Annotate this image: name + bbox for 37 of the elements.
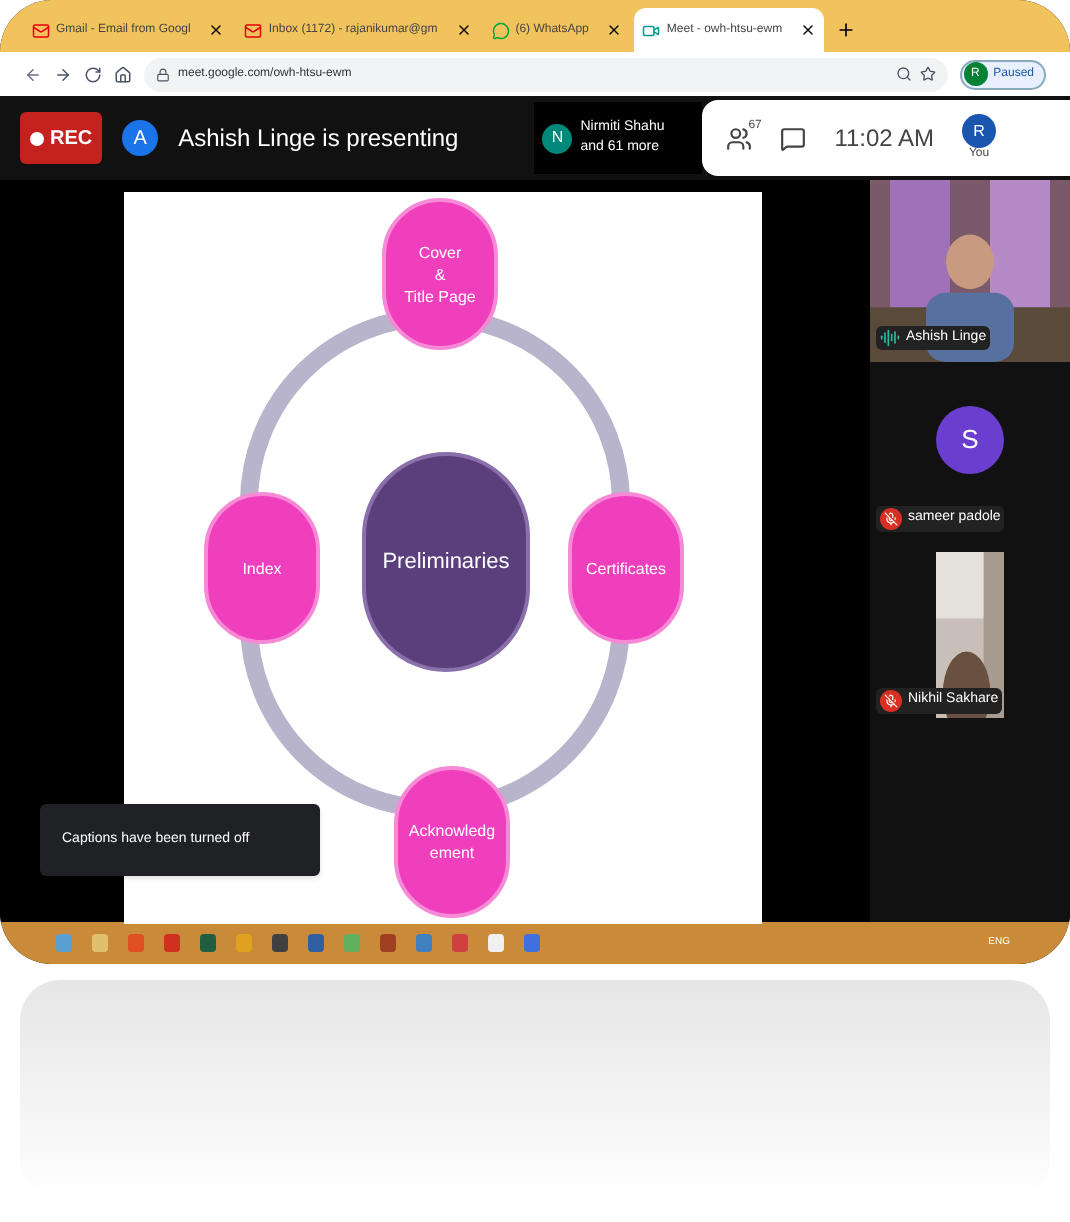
lock-icon (156, 67, 170, 81)
taskbar-app-icon[interactable] (380, 934, 396, 952)
participant-avatar: N (542, 123, 573, 153)
close-icon[interactable] (208, 22, 225, 38)
tab-icon (244, 21, 263, 39)
taskbar-app-icon[interactable] (452, 934, 468, 952)
taskbar-app-icon[interactable] (200, 934, 216, 952)
tab-icon (491, 21, 510, 39)
close-icon[interactable] (455, 22, 472, 38)
new-tab-icon[interactable] (836, 20, 857, 40)
zoom-icon[interactable] (895, 66, 912, 82)
people-icon (726, 125, 753, 151)
presenting-text: Ashish Linge is presenting (178, 122, 459, 156)
close-icon[interactable] (606, 22, 623, 38)
taskbar-app-icon[interactable] (164, 934, 180, 952)
tab-icon (32, 21, 50, 39)
tab-icon (642, 21, 661, 39)
diagram-node: Acknowledg ement (394, 766, 510, 918)
user-avatar[interactable]: R (962, 114, 997, 148)
chat-icon[interactable] (780, 125, 807, 151)
home-icon[interactable] (114, 65, 132, 83)
diagram-node: Index (204, 492, 320, 644)
diagram-node: Certificates (568, 492, 684, 644)
rec-label: REC (50, 125, 93, 153)
taskbar-app-icon[interactable] (92, 934, 108, 952)
participant-avatar: S (936, 405, 1004, 473)
back-icon[interactable] (24, 65, 42, 83)
meeting-time: 11:02 AM (834, 122, 935, 156)
close-icon[interactable] (800, 22, 817, 38)
presenter-avatar: A (122, 120, 159, 156)
taskbar-app-icon[interactable] (272, 934, 288, 952)
forward-icon[interactable] (54, 65, 72, 83)
reload-icon[interactable] (84, 65, 102, 83)
star-icon[interactable] (919, 66, 936, 82)
taskbar-app-icon[interactable] (308, 934, 324, 952)
diagram-node: Cover & Title Page (382, 198, 498, 350)
taskbar-app-icon[interactable] (488, 934, 504, 952)
